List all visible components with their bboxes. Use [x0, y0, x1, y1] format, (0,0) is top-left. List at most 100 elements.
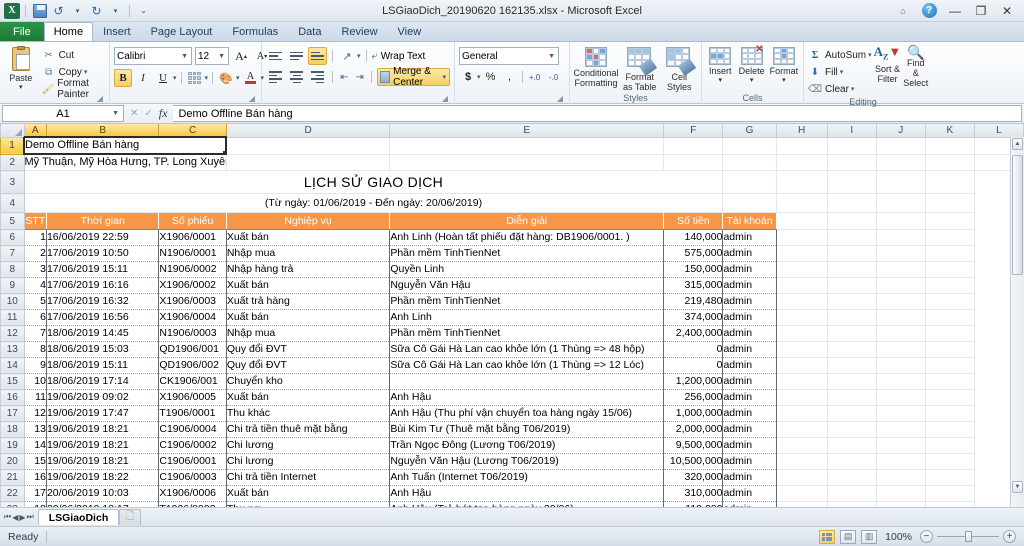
- cell-K22[interactable]: [876, 485, 926, 502]
- column-header-J[interactable]: J: [875, 124, 926, 138]
- cell-K1[interactable]: [925, 137, 975, 155]
- row-header-23[interactable]: 23: [0, 501, 25, 507]
- cell-I22[interactable]: [776, 485, 828, 502]
- zoom-track[interactable]: [937, 531, 999, 542]
- row-header-8[interactable]: 8: [0, 261, 25, 278]
- cell-voucher[interactable]: CK1906/001: [158, 373, 227, 390]
- cell-desc[interactable]: Anh Tuấn (Internet T06/2019): [389, 469, 665, 486]
- chevron-down-icon[interactable]: ▼: [112, 110, 119, 117]
- row-header-19[interactable]: 19: [0, 437, 25, 454]
- cell-I15[interactable]: [776, 373, 828, 390]
- column-header-F[interactable]: F: [663, 124, 724, 138]
- cell-voucher[interactable]: N1906/0001: [158, 245, 227, 262]
- cell-stt[interactable]: 15: [24, 453, 47, 470]
- cell-voucher[interactable]: C1906/0001: [158, 453, 227, 470]
- fill-button[interactable]: ⬇ Fill ▾: [808, 64, 872, 80]
- table-header-tai-khoan[interactable]: Tài khoản: [722, 212, 777, 230]
- select-all-corner[interactable]: [0, 124, 25, 138]
- table-header-so-phieu[interactable]: Số phiếu: [158, 212, 227, 230]
- cell-K18[interactable]: [876, 421, 926, 438]
- cell-operation[interactable]: Thu nợ: [226, 501, 391, 507]
- cell-time[interactable]: 18/06/2019 15:03: [46, 341, 160, 358]
- cell-time[interactable]: 17/06/2019 15:11: [46, 261, 160, 278]
- cell-stt[interactable]: 13: [24, 421, 47, 438]
- cell-L22[interactable]: [925, 485, 975, 502]
- cell-J19[interactable]: [827, 437, 877, 454]
- cell-desc[interactable]: Bùi Kim Tư (Thuê mặt bằng T06/2019): [389, 421, 665, 438]
- cell-time[interactable]: 19/06/2019 17:47: [46, 405, 160, 422]
- cell-desc[interactable]: Anh Hậu (Trả bớt toa hàng ngày 20/06): [389, 501, 665, 507]
- cell-voucher[interactable]: X1906/0003: [158, 293, 227, 310]
- cell-desc[interactable]: Anh Hậu (Thu phí vận chuyển toa hàng ngà…: [389, 405, 665, 422]
- cell-L20[interactable]: [925, 453, 975, 470]
- row-header-18[interactable]: 18: [0, 421, 25, 438]
- cell-voucher[interactable]: X1906/0004: [158, 309, 227, 326]
- cell-I23[interactable]: [776, 501, 828, 507]
- cell-voucher[interactable]: T1906/0001: [158, 405, 227, 422]
- scroll-down-button[interactable]: ▼: [1012, 481, 1023, 493]
- cell-G1[interactable]: [722, 137, 777, 155]
- dialog-launcher-icon[interactable]: ◢: [442, 93, 448, 104]
- cell-stt[interactable]: 3: [24, 261, 47, 278]
- last-sheet-icon[interactable]: ⏭: [27, 512, 34, 522]
- zoom-thumb[interactable]: [965, 531, 972, 542]
- cell-K20[interactable]: [876, 453, 926, 470]
- dialog-launcher-icon[interactable]: ◢: [97, 93, 103, 104]
- cell-time[interactable]: 18/06/2019 17:14: [46, 373, 160, 390]
- row-header-6[interactable]: 6: [0, 229, 25, 246]
- cell-J3[interactable]: [827, 170, 877, 194]
- row-header-10[interactable]: 10: [0, 293, 25, 310]
- cell-J11[interactable]: [827, 309, 877, 326]
- cell-amount[interactable]: 575,000: [663, 245, 724, 262]
- cell-I9[interactable]: [776, 277, 828, 294]
- cell-desc[interactable]: Anh Hậu: [389, 485, 665, 502]
- delete-cells-button[interactable]: ✕ Delete ▾: [736, 45, 766, 86]
- vertical-scroll-thumb[interactable]: [1012, 155, 1023, 275]
- tab-file[interactable]: File: [0, 21, 44, 41]
- cell-J10[interactable]: [827, 293, 877, 310]
- cell-account[interactable]: admin: [722, 341, 777, 358]
- align-right-button[interactable]: [308, 68, 327, 86]
- row-header-4[interactable]: 4: [0, 193, 25, 213]
- format-painter-button[interactable]: 🖌 Format Painter: [42, 78, 105, 100]
- cell-amount[interactable]: 320,000: [663, 469, 724, 486]
- cell-time[interactable]: 17/06/2019 16:16: [46, 277, 160, 294]
- cell-time[interactable]: 18/06/2019 15:11: [46, 357, 160, 374]
- cell-desc[interactable]: Trần Ngọc Đông (Lương T06/2019): [389, 437, 665, 454]
- cell-operation[interactable]: Chuyển kho: [226, 373, 391, 390]
- cell-account[interactable]: admin: [722, 293, 777, 310]
- font-color-button[interactable]: A: [242, 69, 260, 87]
- font-size-input[interactable]: 12 ▼: [195, 47, 229, 65]
- cell-operation[interactable]: Nhập hàng trả: [226, 261, 391, 278]
- zoom-in-button[interactable]: +: [1003, 530, 1016, 543]
- cell-K23[interactable]: [876, 501, 926, 507]
- dialog-launcher-icon[interactable]: ◢: [249, 93, 255, 104]
- percent-button[interactable]: %: [482, 68, 500, 86]
- cell-voucher[interactable]: X1906/0002: [158, 277, 227, 294]
- cell-desc[interactable]: Sữa Cô Gái Hà Lan cao khỏe lớn (1 Thùng …: [389, 357, 665, 374]
- cancel-formula-icon[interactable]: ✕: [130, 108, 138, 119]
- cell-time[interactable]: 16/06/2019 22:59: [46, 229, 160, 246]
- chevron-down-icon[interactable]: ▾: [19, 83, 23, 93]
- cell-amount[interactable]: 256,000: [663, 389, 724, 406]
- cell-K4[interactable]: [876, 193, 926, 213]
- cell-stt[interactable]: 7: [24, 325, 47, 342]
- cell-stt[interactable]: 16: [24, 469, 47, 486]
- cell-K8[interactable]: [876, 261, 926, 278]
- cell-I5[interactable]: [776, 212, 828, 230]
- chevron-down-icon[interactable]: ▼: [548, 53, 555, 60]
- cell-time[interactable]: 19/06/2019 18:21: [46, 437, 160, 454]
- cell-amount[interactable]: 110,000: [663, 501, 724, 507]
- cell-account[interactable]: admin: [722, 261, 777, 278]
- chevron-down-icon[interactable]: ▾: [442, 73, 446, 81]
- column-header-L[interactable]: L: [973, 124, 1024, 138]
- cell-stt[interactable]: 12: [24, 405, 47, 422]
- autosum-button[interactable]: Σ AutoSum ▾: [808, 47, 872, 63]
- cell-account[interactable]: admin: [722, 389, 777, 406]
- column-header-I[interactable]: I: [826, 124, 877, 138]
- cell-D2[interactable]: [226, 154, 391, 171]
- cell-amount[interactable]: 310,000: [663, 485, 724, 502]
- cell-stt[interactable]: 5: [24, 293, 47, 310]
- cell-amount[interactable]: 0: [663, 341, 724, 358]
- cell-account[interactable]: admin: [722, 229, 777, 246]
